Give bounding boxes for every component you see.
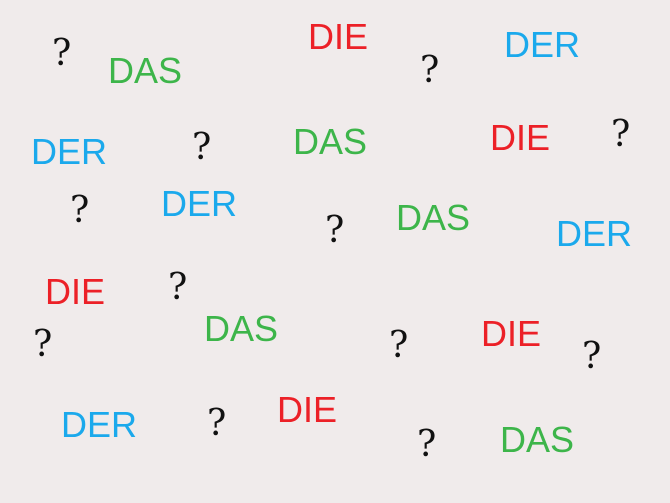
word-der: DER	[31, 131, 108, 172]
word-der: DER	[504, 24, 581, 65]
question-mark: ?	[70, 190, 90, 231]
question-mark: ?	[33, 324, 53, 365]
question-mark: ?	[611, 114, 631, 155]
question-mark: ?	[420, 50, 440, 91]
question-mark: ?	[417, 424, 437, 465]
question-mark: ?	[207, 403, 227, 444]
article-word-cloud: DAS DIE DER DER DAS DIE DER DAS DER DIE …	[0, 0, 670, 503]
word-die: DIE	[490, 117, 551, 158]
question-mark: ?	[389, 325, 409, 366]
word-der: DER	[61, 404, 138, 445]
word-das: DAS	[108, 50, 183, 91]
word-der: DER	[556, 213, 633, 254]
word-die: DIE	[45, 271, 106, 312]
word-das: DAS	[204, 308, 279, 349]
word-die: DIE	[481, 313, 542, 354]
word-die: DIE	[308, 16, 369, 57]
question-mark: ?	[52, 33, 72, 74]
word-das: DAS	[500, 419, 575, 460]
word-die: DIE	[277, 389, 338, 430]
question-mark: ?	[168, 267, 188, 308]
word-das: DAS	[293, 121, 368, 162]
word-der: DER	[161, 183, 238, 224]
word-das: DAS	[396, 197, 471, 238]
question-mark: ?	[582, 336, 602, 377]
question-mark: ?	[325, 210, 345, 251]
question-mark: ?	[192, 127, 212, 168]
